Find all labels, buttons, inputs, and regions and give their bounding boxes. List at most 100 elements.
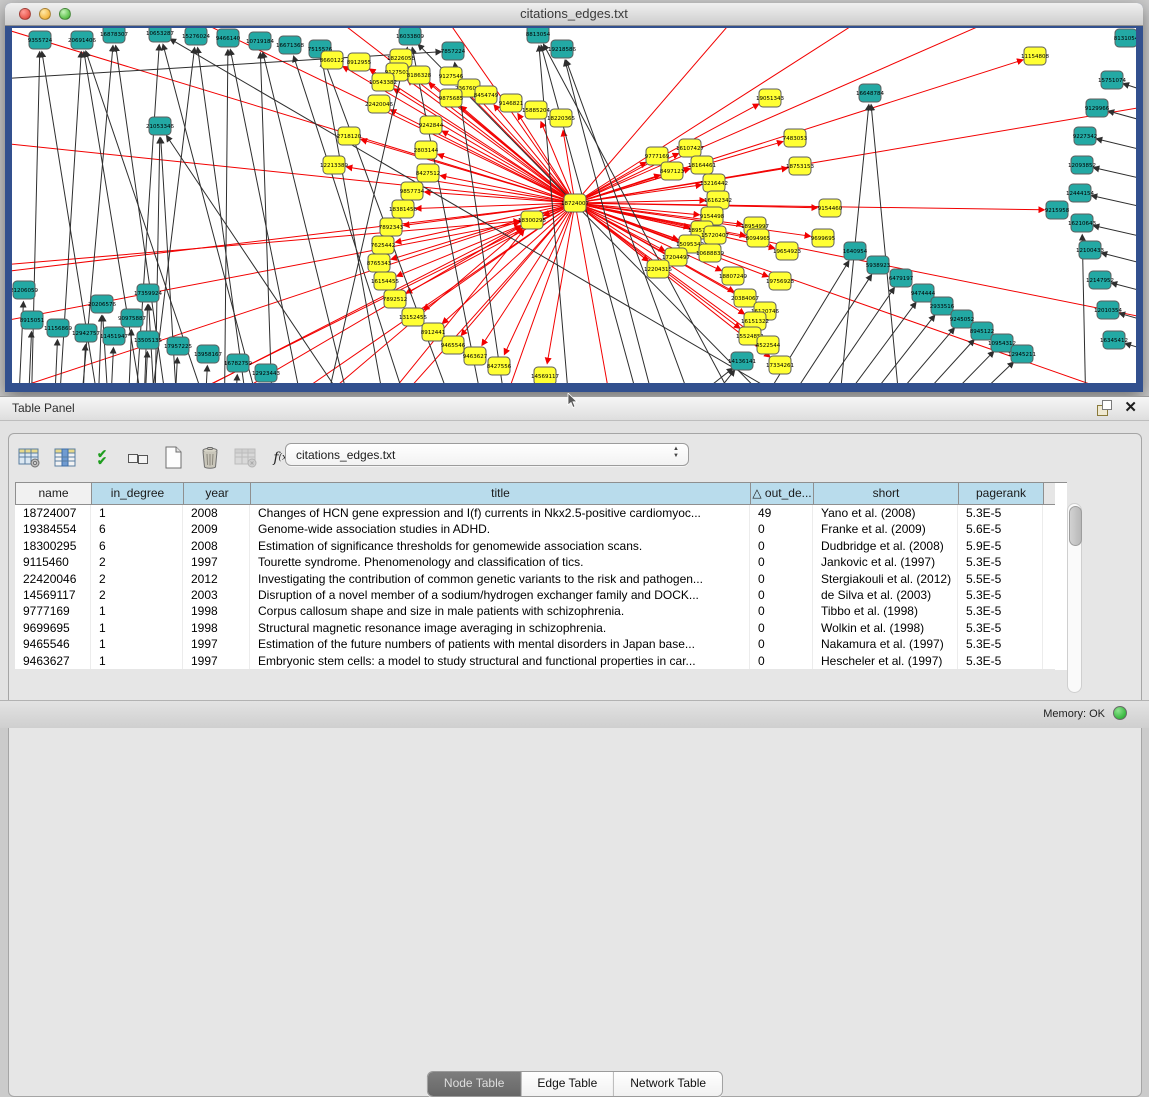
table-row[interactable]: 1938455462009Genome-wide association stu… — [15, 521, 1055, 537]
table-row[interactable]: 1456911722003Disruption of a novel membe… — [15, 587, 1055, 603]
graph-node-label: 16345412 — [1100, 338, 1128, 344]
graph-node-label: 7892343 — [379, 225, 404, 231]
graph-node-label: 19218586 — [548, 47, 576, 53]
column-header-short[interactable]: short — [814, 483, 959, 504]
graph-node-label: 16107427 — [676, 146, 704, 152]
graph-edge — [26, 332, 31, 383]
column-header-in-degree[interactable]: in_degree — [92, 483, 184, 504]
table-cell: 5.9E-5 — [958, 538, 1043, 554]
graph-node-label: 8765343 — [367, 261, 392, 267]
float-window-icon[interactable] — [1097, 400, 1112, 415]
table-cell: Nakamura et al. (1997) — [813, 636, 958, 652]
graph-node-label: 22420046 — [365, 102, 393, 108]
graph-node-label: 15751074 — [1098, 78, 1126, 84]
graph-node-label: 9465546 — [441, 343, 466, 349]
table-cell: Corpus callosum shape and size in male p… — [250, 603, 750, 619]
graph-node-label: 9355724 — [28, 38, 53, 44]
graph-node-label: 19756928 — [766, 279, 794, 285]
graph-node-label: 15885204 — [522, 108, 550, 114]
table-panel-body: ✔✔ f(x) citations_edges.txt ▲▼ namein_de… — [8, 433, 1142, 1097]
table-row[interactable]: 911546021997Tourette syndrome. Phenomeno… — [15, 554, 1055, 570]
graph-edge — [230, 50, 314, 383]
graph-node-label: 16033809 — [396, 34, 424, 40]
table-row[interactable]: 1830029562008Estimation of significance … — [15, 538, 1055, 554]
graph-node-label: 19654923 — [773, 249, 801, 255]
graph-node-label: 10719184 — [246, 39, 274, 45]
graph-node-label: 10653287 — [146, 31, 174, 37]
table-cell: 1 — [91, 505, 183, 521]
table-row[interactable]: 977716911998Corpus callosum shape and si… — [15, 603, 1055, 619]
graph-node-label: 15276024 — [182, 34, 210, 40]
table-selector-value: citations_edges.txt — [296, 448, 395, 462]
network-view-window: citations_edges.txt 9355724 20691406 16878… — [5, 3, 1143, 392]
table-cell: Stergiakouli et al. (2012) — [813, 571, 958, 587]
close-panel-icon[interactable]: ✕ — [1124, 400, 1137, 415]
table-selector-combo[interactable]: citations_edges.txt ▲▼ — [285, 443, 689, 466]
column-header-pagerank[interactable]: pagerank — [959, 483, 1044, 504]
graph-node-label: 7483053 — [783, 136, 808, 142]
table-row[interactable]: 946362711997Embryonic stem cells: a mode… — [15, 653, 1055, 669]
table-cell: 0 — [750, 603, 813, 619]
graph-edge — [1097, 139, 1136, 162]
graph-edge — [232, 375, 237, 383]
table-cell: 2008 — [183, 538, 250, 554]
table-row[interactable]: 969969511998Structural magnetic resonanc… — [15, 620, 1055, 636]
scrollbar-thumb[interactable] — [1069, 506, 1082, 546]
graph-edge — [80, 345, 85, 383]
graph-node-label: 6479197 — [889, 276, 914, 282]
graph-edge — [575, 203, 1136, 383]
show-columns-icon[interactable] — [53, 446, 79, 470]
table-cell: 2 — [91, 571, 183, 587]
table-options-icon[interactable] — [17, 446, 43, 470]
graph-node-label: 12010354 — [1094, 308, 1122, 314]
table-cell: 5.3E-5 — [958, 587, 1043, 603]
graph-node-label: 16878307 — [100, 32, 128, 38]
graph-node-label: 13958167 — [194, 352, 222, 358]
row-checks-icon[interactable]: ✔✔ — [89, 446, 115, 470]
table-cell: 6 — [91, 538, 183, 554]
graph-node-label: 12945211 — [1008, 352, 1036, 358]
graph-node-label: 2718120 — [337, 134, 362, 140]
column-header-out-de-[interactable]: △ out_de... — [751, 483, 814, 504]
graph-edge — [793, 303, 916, 383]
table-row[interactable]: 1872400712008Changes of HCN gene express… — [15, 505, 1055, 521]
graph-node-label: 15720407 — [701, 233, 729, 239]
table-row[interactable]: 2242004622012Investigating the contribut… — [15, 571, 1055, 587]
graph-node-label: 9215958 — [1045, 208, 1070, 214]
table-cell: Structural magnetic resonance image aver… — [250, 620, 750, 636]
network-canvas[interactable]: 9355724 20691406 16878307 10653287 15276024 9… — [12, 28, 1136, 383]
table-cell: 1 — [91, 636, 183, 652]
table-cell: 0 — [750, 521, 813, 537]
column-header-year[interactable]: year — [184, 483, 251, 504]
graph-node-label: 2803144 — [414, 148, 439, 154]
graph-node-label: 8915051 — [20, 318, 45, 324]
graph-edge — [391, 203, 575, 259]
graph-edge — [547, 203, 575, 363]
column-header-title[interactable]: title — [251, 483, 751, 504]
graph-node-label: 12213389 — [320, 163, 348, 169]
graph-edge — [103, 316, 112, 383]
stacked-squares-icon[interactable] — [125, 446, 151, 470]
tab-network-table[interactable]: Network Table — [614, 1072, 722, 1096]
trash-icon[interactable] — [197, 446, 223, 470]
graph-node-label: 7625442 — [371, 243, 396, 249]
graph-edge — [575, 203, 1044, 210]
graph-node-label: 20691406 — [68, 38, 96, 44]
graph-node-label: 4522544 — [756, 343, 781, 349]
graph-node-label: 8427556 — [487, 364, 512, 370]
graph-node-label: 90975887 — [118, 316, 146, 322]
tab-node-table[interactable]: Node Table — [428, 1072, 522, 1096]
graph-edge — [294, 56, 424, 383]
new-document-icon[interactable] — [161, 446, 187, 470]
table-row[interactable]: 946554611997Estimation of the future num… — [15, 636, 1055, 652]
window-titlebar[interactable]: citations_edges.txt — [5, 3, 1143, 26]
vertical-scrollbar[interactable] — [1067, 503, 1082, 693]
graph-edge — [202, 366, 207, 383]
tab-edge-table[interactable]: Edge Table — [521, 1072, 614, 1096]
graph-node-label: 8186328 — [407, 73, 432, 79]
table-cell: 49 — [750, 505, 813, 521]
column-header-name[interactable]: name — [16, 483, 92, 504]
table-cell: 2 — [91, 587, 183, 603]
table-cell: 5.6E-5 — [958, 521, 1043, 537]
graph-node-label: 14569117 — [531, 374, 559, 380]
